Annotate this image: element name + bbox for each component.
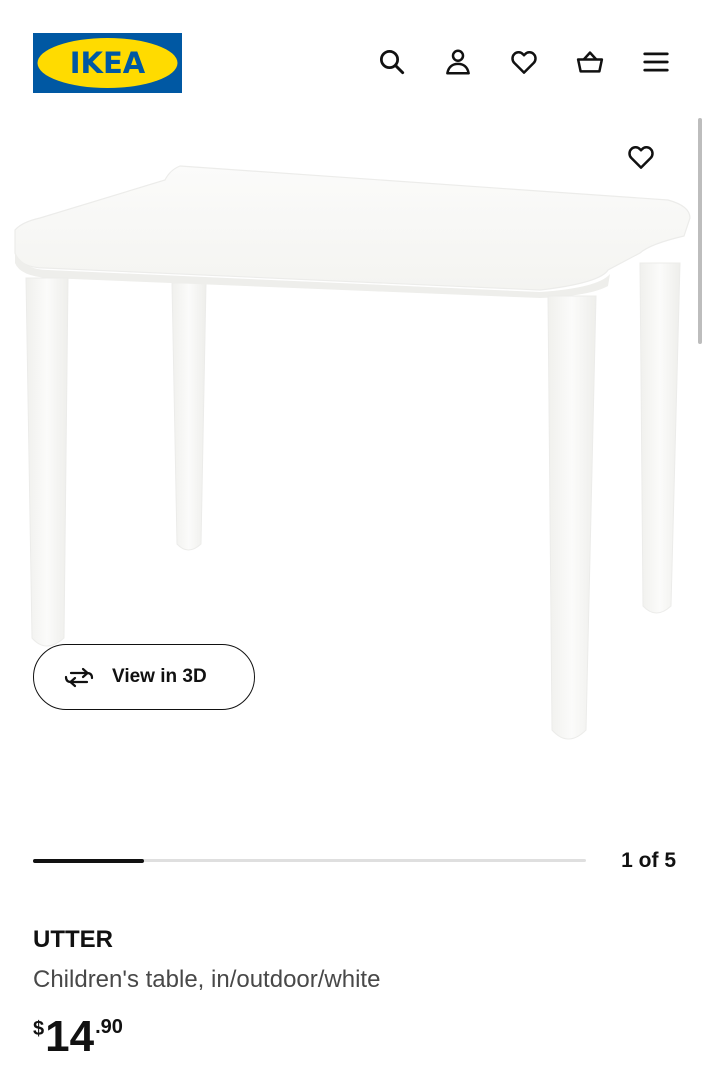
- menu-button[interactable]: [636, 42, 676, 82]
- pager-total: 5: [664, 849, 676, 872]
- gallery-pager: 1 of 5: [600, 847, 676, 875]
- site-header: IKEA: [0, 0, 707, 120]
- ikea-logo[interactable]: IKEA: [33, 33, 182, 93]
- product-description: Children's table, in/outdoor/white: [33, 966, 381, 993]
- view-in-3d-button[interactable]: View in 3D: [33, 644, 255, 710]
- page-scrollbar[interactable]: [698, 118, 702, 344]
- product-image: [14, 165, 691, 740]
- heart-icon: [511, 51, 537, 74]
- rotate-3d-icon: [64, 667, 94, 688]
- gallery-progress-fill: [33, 858, 144, 863]
- view-in-3d-label: View in 3D: [112, 666, 207, 687]
- gallery-progress-bar[interactable]: [33, 858, 586, 863]
- account-button[interactable]: [438, 42, 478, 82]
- menu-icon: [643, 52, 669, 72]
- logo-text: IKEA: [69, 46, 146, 80]
- account-icon: [446, 49, 470, 75]
- search-button[interactable]: [372, 42, 412, 82]
- add-to-favourites-button[interactable]: [620, 136, 662, 178]
- price-currency: $: [33, 1018, 45, 1040]
- pager-current: 1: [621, 849, 633, 872]
- pager-of: of: [638, 849, 659, 872]
- basket-button[interactable]: [570, 42, 610, 82]
- product-name[interactable]: UTTER: [33, 926, 113, 954]
- heart-icon: [628, 146, 654, 169]
- basket-icon: [576, 51, 604, 73]
- favourites-button[interactable]: [504, 42, 544, 82]
- price-decimal: .90: [95, 1016, 123, 1038]
- product-image-gallery[interactable]: [0, 118, 707, 830]
- search-icon: [380, 50, 405, 75]
- price-integer: 14: [45, 1012, 95, 1061]
- product-price: $ 14 .90: [33, 1010, 123, 1070]
